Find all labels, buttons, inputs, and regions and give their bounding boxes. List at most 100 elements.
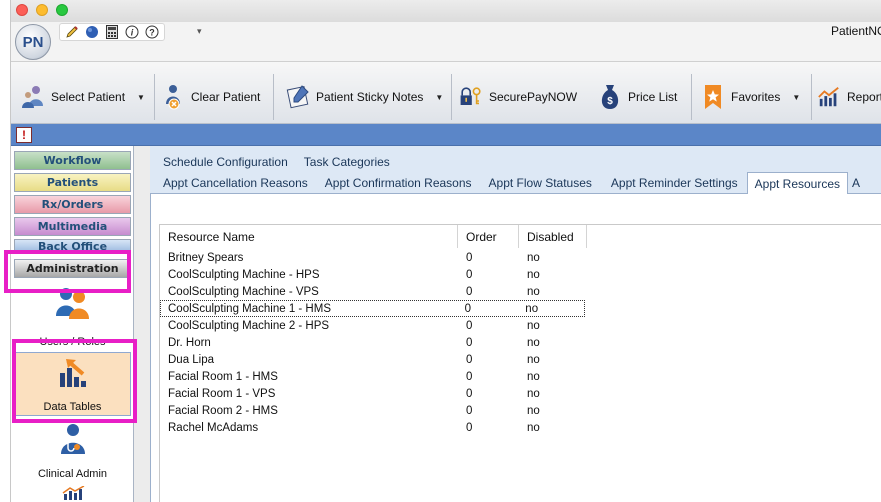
sticky-note-icon [286, 83, 310, 111]
tab-appt-reminder-settings[interactable]: Appt Reminder Settings [599, 172, 745, 193]
cell-disabled: no [527, 404, 540, 417]
sidebar-item-reports[interactable] [14, 485, 131, 502]
appt-resources-panel: Resource Name Order Disabled Britney Spe… [150, 194, 881, 502]
ribbon-separator [154, 74, 155, 120]
table-row[interactable]: CoolSculpting Machine - VPS 0 no [160, 283, 587, 300]
table-row[interactable]: Facial Room 1 - VPS 0 no [160, 385, 587, 402]
zoom-window-button[interactable] [56, 4, 68, 16]
ribbon-separator [273, 74, 274, 120]
ribbon-separator [691, 74, 692, 120]
nav-rx-orders[interactable]: Rx/Orders [14, 195, 131, 214]
close-window-button[interactable] [16, 4, 28, 16]
table-row[interactable]: Facial Room 1 - HMS 0 no [160, 368, 587, 385]
module-sidebar: Workflow Patients Rx/Orders Multimedia B… [11, 146, 134, 502]
select-patient-label: Select Patient [51, 90, 126, 104]
favorites-dropdown[interactable]: ▼ [792, 93, 800, 102]
sidebar-item-users-roles[interactable]: Users / Roles [14, 286, 131, 348]
cell-order: 0 [466, 268, 473, 281]
padlock-key-icon [459, 83, 483, 111]
cell-resource-name: CoolSculpting Machine - HPS [168, 268, 320, 281]
cell-resource-name: Rachel McAdams [168, 421, 259, 434]
favorites-button[interactable]: Favorites ▼ [701, 80, 800, 114]
cell-disabled: no [527, 319, 540, 332]
cell-order: 0 [466, 336, 473, 349]
app-logo[interactable]: PN [15, 24, 51, 60]
tab-schedule-configuration[interactable]: Schedule Configuration [163, 152, 288, 170]
nav-multimedia[interactable]: Multimedia [14, 217, 131, 236]
ribbon-separator [811, 74, 812, 120]
info-icon[interactable]: i [124, 24, 140, 40]
help-icon[interactable]: ? [144, 24, 160, 40]
tab-appt-resources[interactable]: Appt Resources [746, 172, 849, 195]
cell-disabled: no [527, 370, 540, 383]
users-roles-icon [55, 286, 90, 323]
tab-overflow[interactable]: A [848, 172, 867, 193]
tab-appt-cancellation-reasons[interactable]: Appt Cancellation Reasons [156, 172, 315, 193]
globe-icon[interactable] [84, 24, 100, 40]
table-row[interactable]: Britney Spears 0 no [160, 249, 587, 266]
panel-toolbar-area [151, 194, 881, 220]
customize-toolbar-dropdown[interactable]: ▾ [197, 26, 202, 37]
minimize-window-button[interactable] [36, 4, 48, 16]
patient-sticky-notes-button[interactable]: Patient Sticky Notes ▼ [286, 80, 443, 114]
app-title: PatientNOW [831, 24, 881, 38]
select-patient-button[interactable]: Select Patient ▼ [21, 80, 145, 114]
nav-back-office[interactable]: Back Office [14, 239, 131, 251]
cell-order: 0 [466, 319, 473, 332]
select-patient-icon [21, 83, 45, 111]
clinical-admin-icon [59, 422, 87, 459]
cell-order: 0 [466, 353, 473, 366]
nav-administration[interactable]: Administration [14, 259, 131, 278]
table-row[interactable]: CoolSculpting Machine 1 - HMS 0 no [160, 300, 585, 317]
pencil-icon[interactable] [64, 24, 80, 40]
cell-order: 0 [466, 370, 473, 383]
securepaynow-label: SecurePayNOW [489, 90, 578, 104]
quick-access-toolbar: PN i ? ▾ PatientNOW [11, 22, 881, 62]
money-bag-icon: $ [598, 83, 622, 111]
table-row[interactable]: CoolSculpting Machine 2 - HPS 0 no [160, 317, 587, 334]
ribbon-separator [451, 74, 452, 120]
cell-order: 0 [466, 251, 473, 264]
table-row[interactable]: Dua Lipa 0 no [160, 351, 587, 368]
reports-button[interactable]: Reports [817, 80, 881, 114]
sidebar-item-clinical-admin[interactable]: Clinical Admin [14, 422, 131, 484]
cell-order: 0 [466, 285, 473, 298]
calculator-icon[interactable] [104, 24, 120, 40]
sticky-notes-dropdown[interactable]: ▼ [435, 93, 443, 102]
quick-access-icons: i ? [59, 23, 165, 41]
table-row[interactable]: Facial Room 2 - HMS 0 no [160, 402, 587, 419]
tab-appt-confirmation-reasons[interactable]: Appt Confirmation Reasons [315, 172, 479, 193]
sidebar-item-data-tables[interactable]: Data Tables [14, 352, 131, 416]
data-tables-label: Data Tables [43, 401, 102, 413]
cell-resource-name: CoolSculpting Machine 1 - HMS [168, 302, 331, 315]
cell-order: 0 [466, 421, 473, 434]
alert-icon[interactable]: ! [16, 127, 32, 143]
cell-resource-name: CoolSculpting Machine - VPS [168, 285, 319, 298]
securepaynow-button[interactable]: SecurePayNOW [459, 80, 577, 114]
data-tables-icon [56, 357, 90, 394]
cell-resource-name: Facial Room 1 - VPS [168, 387, 276, 400]
column-header-resource-name[interactable]: Resource Name [160, 225, 458, 248]
table-row[interactable]: Rachel McAdams 0 no [160, 419, 587, 436]
cell-disabled: no [525, 302, 539, 315]
price-list-label: Price List [628, 90, 678, 104]
price-list-button[interactable]: $ Price List [598, 80, 677, 114]
cell-order: 0 [464, 302, 471, 315]
nav-workflow[interactable]: Workflow [14, 151, 131, 170]
clear-patient-button[interactable]: Clear Patient [161, 80, 260, 114]
tab-appt-flow-statuses[interactable]: Appt Flow Statuses [479, 172, 599, 193]
table-row[interactable]: CoolSculpting Machine - HPS 0 no [160, 266, 587, 283]
nav-patients[interactable]: Patients [14, 173, 131, 192]
column-header-disabled[interactable]: Disabled [519, 225, 587, 248]
cell-resource-name: CoolSculpting Machine 2 - HPS [168, 319, 330, 332]
column-header-order[interactable]: Order [458, 225, 519, 248]
cell-order: 0 [466, 387, 473, 400]
svg-text:?: ? [149, 28, 155, 38]
clinical-admin-label: Clinical Admin [37, 468, 108, 480]
tab-row-bottom: Appt Cancellation Reasons Appt Confirmat… [150, 172, 881, 195]
cell-resource-name: Britney Spears [168, 251, 244, 264]
tab-task-categories[interactable]: Task Categories [304, 152, 390, 170]
cell-disabled: no [527, 285, 540, 298]
table-row[interactable]: Dr. Horn 0 no [160, 334, 587, 351]
select-patient-dropdown[interactable]: ▼ [137, 93, 145, 102]
